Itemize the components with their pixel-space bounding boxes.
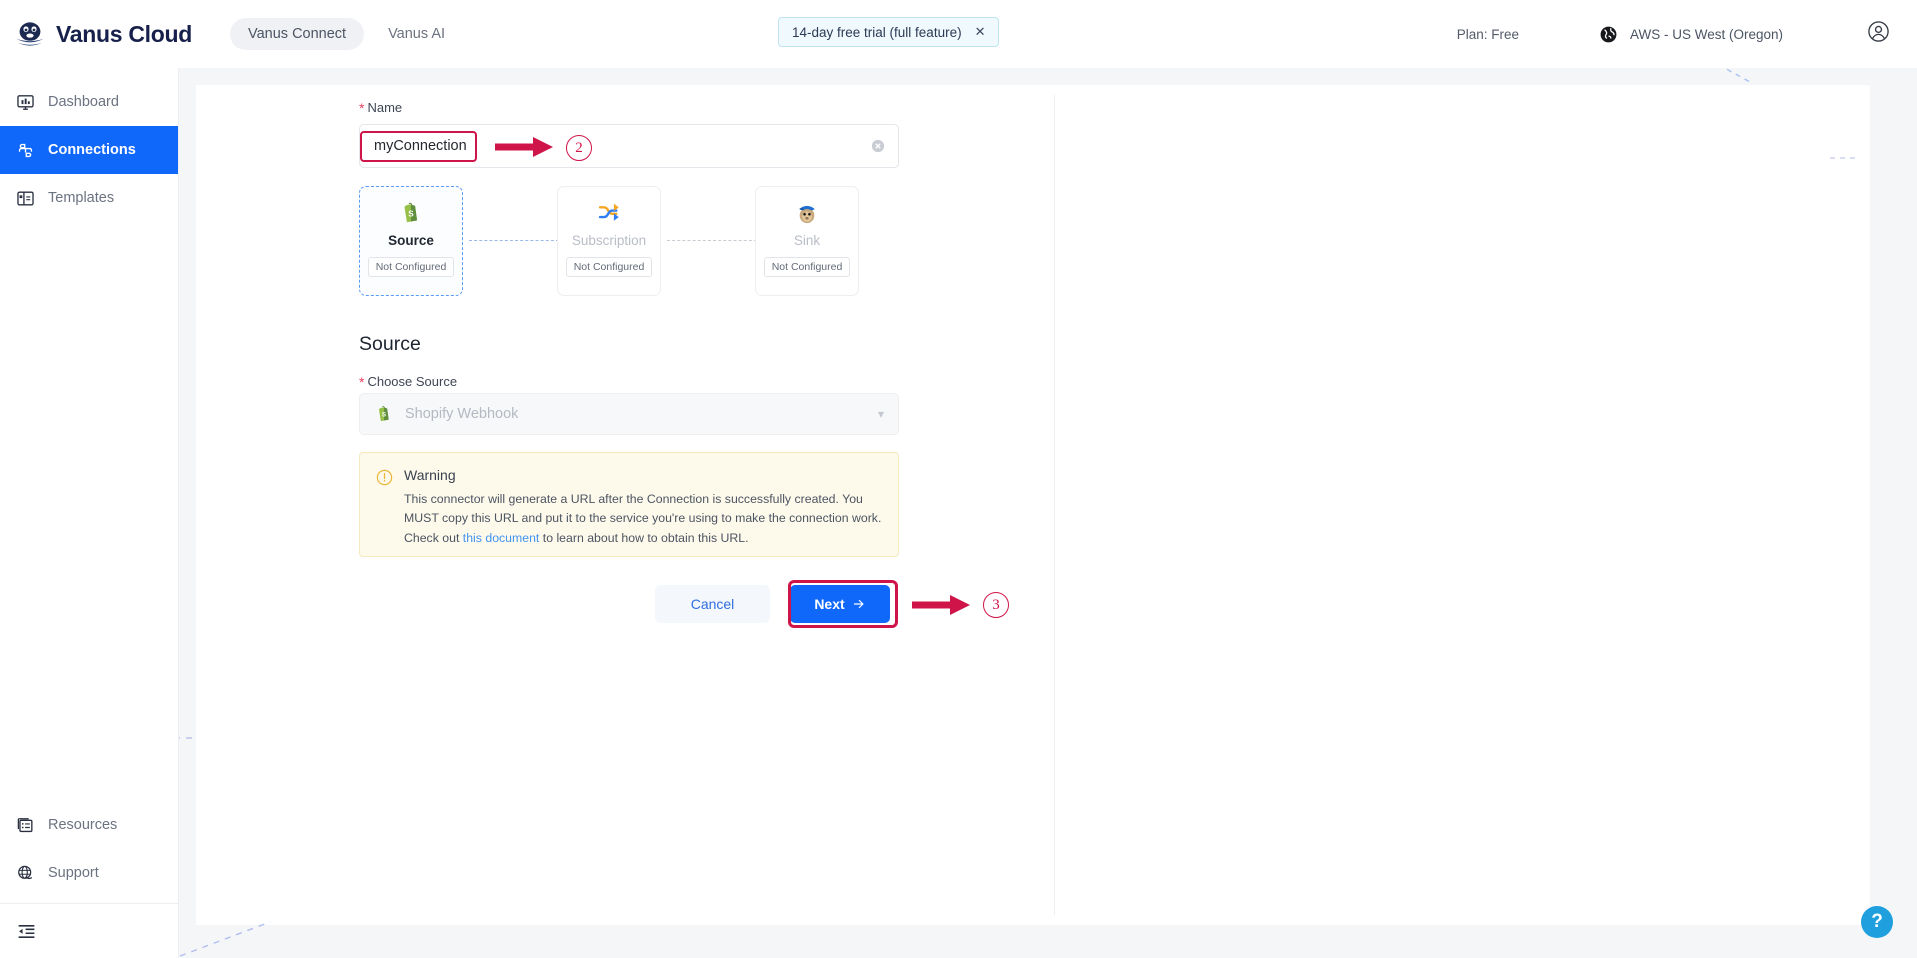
name-input-wrapper: [359, 124, 899, 168]
cancel-button[interactable]: Cancel: [655, 585, 770, 623]
warning-text-block: Warning This connector will generate a U…: [404, 467, 882, 556]
left-sidebar: Dashboard Connections Templates Resource…: [0, 68, 179, 958]
connections-icon: [16, 141, 35, 160]
brand-logo[interactable]: Vanus Cloud: [14, 18, 192, 50]
plan-label: Plan: Free: [1456, 26, 1519, 42]
step-badge-subscription: Not Configured: [565, 257, 653, 277]
sidebar-label-templates: Templates: [48, 190, 115, 206]
step-badge-source: Not Configured: [367, 257, 455, 277]
required-star-icon: *: [359, 99, 365, 116]
sidebar-secondary-nav: Resources Support: [0, 801, 178, 958]
svg-text:S: S: [382, 412, 386, 419]
arrow-right-icon: [853, 599, 864, 609]
step-card-sink[interactable]: Sink Not Configured: [755, 186, 859, 296]
sidebar-item-support[interactable]: Support: [0, 849, 178, 897]
shopify-icon-select: S: [379, 406, 389, 422]
top-header: Vanus Cloud Vanus Connect Vanus AI 14-da…: [0, 0, 1917, 68]
selected-source-value: Shopify Webhook: [405, 406, 519, 422]
sidebar-label-support: Support: [48, 865, 99, 881]
name-label-text: Name: [367, 100, 403, 115]
shopify-icon: S: [404, 202, 418, 223]
brand-name: Vanus Cloud: [56, 20, 192, 47]
name-field-group: * Name: [359, 100, 899, 168]
step-title-source: Source: [388, 233, 434, 248]
step-badge-sink: Not Configured: [763, 257, 851, 277]
step-connector-1: [469, 240, 559, 241]
sidebar-item-connections[interactable]: Connections: [0, 126, 178, 174]
app-root: Vanus Cloud Vanus Connect Vanus AI 14-da…: [0, 0, 1917, 958]
name-input[interactable]: [360, 125, 898, 167]
sidebar-item-resources[interactable]: Resources: [0, 801, 178, 849]
source-section-title: Source: [359, 333, 421, 355]
account-avatar-button[interactable]: [1867, 20, 1890, 48]
form-action-buttons: Cancel Next: [655, 585, 890, 623]
vanus-whale-logo-icon: [16, 22, 44, 46]
trial-banner-label: 14-day free trial (full feature): [792, 24, 962, 40]
step-title-sink: Sink: [793, 233, 821, 248]
connection-steps-row: S Source Not Configured Subscription Not…: [359, 186, 904, 296]
sidebar-primary-nav: Dashboard Connections Templates: [0, 68, 178, 222]
trial-close-icon[interactable]: ✕: [975, 24, 986, 40]
step-title-subscription: Subscription: [571, 233, 647, 248]
templates-icon: [16, 189, 35, 208]
warning-body: This connector will generate a URL after…: [404, 490, 882, 548]
sidebar-label-dashboard: Dashboard: [48, 94, 119, 110]
choose-source-label-text: Choose Source: [367, 374, 458, 389]
choose-source-label: * Choose Source: [359, 374, 457, 389]
sidebar-item-templates[interactable]: Templates: [0, 174, 178, 222]
sidebar-label-connections: Connections: [48, 142, 136, 158]
collapse-sidebar-icon: [18, 924, 35, 938]
tab-vanus-ai[interactable]: Vanus AI: [370, 18, 463, 50]
help-button[interactable]: ?: [1861, 906, 1893, 938]
region-label: AWS - US West (Oregon): [1629, 26, 1783, 42]
step-card-subscription[interactable]: Subscription Not Configured: [557, 186, 661, 296]
region-selector[interactable]: AWS - US West (Oregon): [1599, 25, 1783, 44]
sidebar-collapse-button[interactable]: [0, 904, 178, 958]
step-connector-2: [667, 240, 757, 241]
warning-callout: Warning This connector will generate a U…: [359, 452, 899, 557]
header-nav-tabs: Vanus Connect Vanus AI: [230, 18, 463, 50]
warning-title: Warning: [404, 467, 456, 483]
trial-banner-chip[interactable]: 14-day free trial (full feature) ✕: [778, 17, 1000, 47]
name-field-label: * Name: [359, 100, 899, 115]
chevron-down-icon: ▾: [877, 407, 884, 421]
svg-text:S: S: [408, 209, 414, 218]
globe-icon: [1600, 26, 1617, 42]
sidebar-label-resources: Resources: [48, 817, 118, 833]
card-vertical-divider: [1054, 95, 1055, 915]
warning-body-part2: to learn about how to obtain this URL.: [539, 530, 749, 545]
resources-icon: [16, 816, 35, 835]
tab-vanus-connect[interactable]: Vanus Connect: [230, 18, 365, 50]
support-globe-icon: [16, 864, 35, 883]
sidebar-item-dashboard[interactable]: Dashboard: [0, 78, 178, 126]
user-circle-icon: [1868, 21, 1889, 42]
subscription-arrows-icon: [598, 203, 619, 221]
warning-document-link[interactable]: this document: [463, 531, 540, 545]
warning-exclamation-icon: [376, 469, 393, 486]
choose-source-select[interactable]: S Shopify Webhook ▾: [359, 393, 899, 435]
step-card-source[interactable]: S Source Not Configured: [359, 186, 463, 296]
next-button[interactable]: Next: [790, 585, 890, 623]
next-button-label: Next: [814, 596, 845, 612]
clear-circle-icon[interactable]: [871, 139, 885, 153]
mailchimp-icon: [799, 205, 815, 224]
required-star-icon-source: *: [359, 373, 365, 390]
dashboard-icon: [16, 93, 35, 112]
header-right-group: Plan: Free AWS - US West (Oregon): [1457, 0, 1917, 68]
